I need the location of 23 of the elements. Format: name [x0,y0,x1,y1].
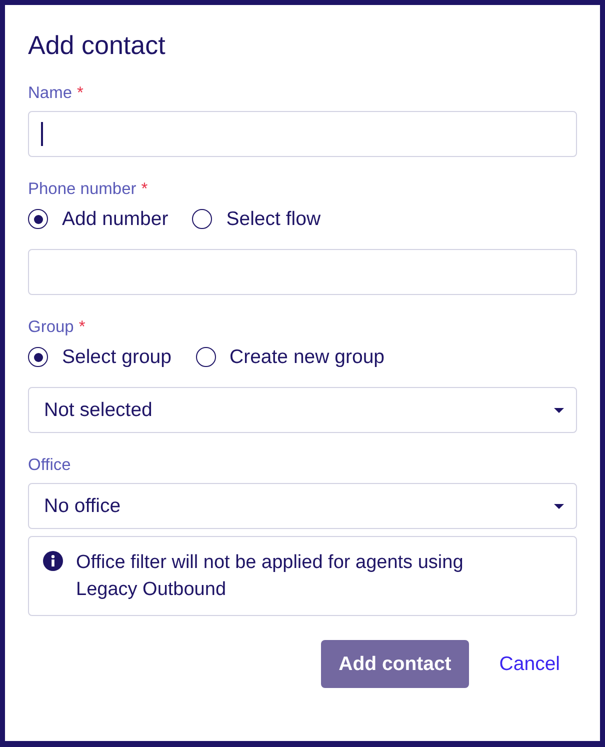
required-mark: * [141,179,148,199]
info-icon [43,551,63,571]
info-text: Office filter will not be applied for agents using Legacy Outbound [76,551,464,602]
field-label: Group [28,317,74,337]
field-label: Phone number [28,179,136,199]
radio-option[interactable]: Select group [28,345,172,369]
radio-icon[interactable] [196,347,216,367]
required-mark: * [77,83,84,103]
select-field[interactable]: No office [28,483,577,529]
input-field[interactable] [28,249,577,295]
dialog-title: Add contact [28,29,166,61]
required-mark: * [78,317,86,337]
radio-option[interactable]: Add number [28,207,168,231]
input-field[interactable] [28,111,577,157]
radio-icon[interactable] [28,347,48,367]
select-field[interactable]: Not selected [28,387,577,433]
cancel-button[interactable]: Cancel [499,652,560,676]
field-label: Office [28,455,71,475]
radio-icon[interactable] [192,209,212,229]
radio-option[interactable]: Select flow [192,207,321,231]
radio-option[interactable]: Create new group [196,345,385,369]
field-label: Name [28,83,72,103]
radio-icon[interactable] [28,209,48,229]
